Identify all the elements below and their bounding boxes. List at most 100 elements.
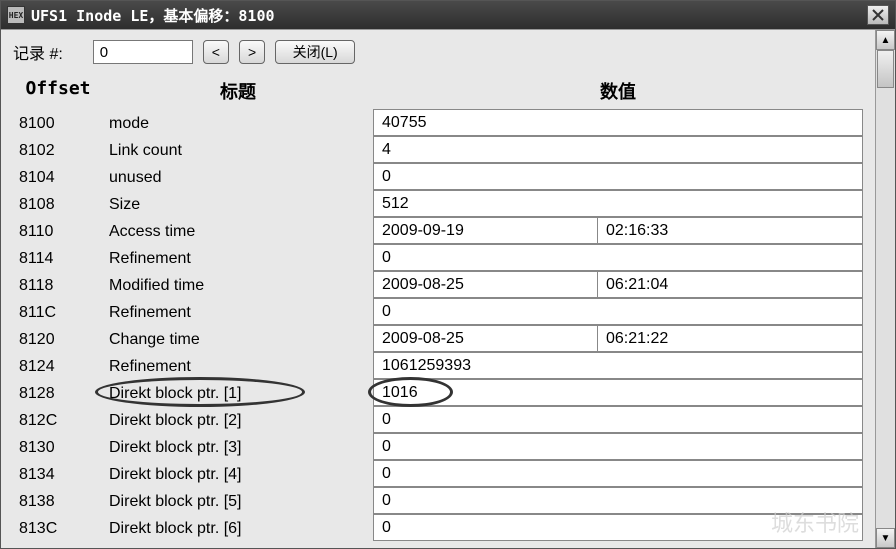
titlebar: HEX UFS1 Inode LE，基本偏移：8100 — [1, 1, 895, 29]
table-row: 8104unused0 — [13, 164, 863, 191]
table-row: 8134Direkt block ptr. [4]0 — [13, 461, 863, 488]
cell-title: Modified time — [103, 272, 373, 299]
table-row: 8124Refinement1061259393 — [13, 353, 863, 380]
next-record-button[interactable]: > — [239, 40, 265, 64]
cell-offset: 812C — [13, 407, 103, 434]
cell-title: Refinement — [103, 353, 373, 380]
header-offset: Offset — [13, 78, 103, 104]
content-area: 记录 #: < > 关闭(L) Offset 标题 数值 8100mode407… — [1, 30, 875, 548]
cell-value[interactable]: 0 — [373, 487, 863, 514]
column-headers: Offset 标题 数值 — [13, 78, 863, 104]
cell-value[interactable]: 1016 — [373, 379, 863, 406]
cell-value[interactable]: 40755 — [373, 109, 863, 136]
table-row: 8110Access time2009-09-1902:16:33 — [13, 218, 863, 245]
cell-offset: 8130 — [13, 434, 103, 461]
cell-value-wrap: 0 — [373, 488, 863, 515]
cell-value[interactable]: 2009-08-25 — [373, 271, 598, 298]
cell-value-wrap: 0 — [373, 434, 863, 461]
table-row: 812CDirekt block ptr. [2]0 — [13, 407, 863, 434]
cell-value[interactable]: 0 — [373, 514, 863, 541]
cell-value[interactable]: 0 — [373, 163, 863, 190]
cell-title: Change time — [103, 326, 373, 353]
scroll-up-button[interactable]: ▲ — [876, 30, 895, 50]
cell-value[interactable]: 2009-09-19 — [373, 217, 598, 244]
vertical-scrollbar[interactable]: ▲ ▼ — [875, 30, 895, 548]
cell-title: Direkt block ptr. [3] — [103, 434, 373, 461]
scroll-track[interactable] — [876, 50, 895, 528]
header-title: 标题 — [103, 78, 373, 104]
window-title: UFS1 Inode LE，基本偏移：8100 — [31, 5, 867, 26]
table-row: 8114Refinement0 — [13, 245, 863, 272]
cell-offset: 8110 — [13, 218, 103, 245]
cell-offset: 8138 — [13, 488, 103, 515]
table-row: 8118Modified time2009-08-2506:21:04 — [13, 272, 863, 299]
table-row: 8128Direkt block ptr. [1]1016 — [13, 380, 863, 407]
close-button[interactable]: 关闭(L) — [275, 40, 355, 64]
table-row: 813CDirekt block ptr. [6]0 — [13, 515, 863, 542]
cell-value-wrap: 2009-08-2506:21:22 — [373, 326, 863, 353]
cell-value[interactable]: 1061259393 — [373, 352, 863, 379]
cell-offset: 8128 — [13, 380, 103, 407]
cell-title: Access time — [103, 218, 373, 245]
cell-title: Direkt block ptr. [4] — [103, 461, 373, 488]
table-row: 8130Direkt block ptr. [3]0 — [13, 434, 863, 461]
cell-title: Link count — [103, 137, 373, 164]
header-value: 数值 — [373, 78, 863, 104]
cell-title: Size — [103, 191, 373, 218]
cell-value2[interactable]: 06:21:22 — [598, 325, 863, 352]
window: HEX UFS1 Inode LE，基本偏移：8100 记录 #: < > 关闭… — [0, 0, 896, 549]
scroll-thumb[interactable] — [877, 50, 894, 88]
cell-offset: 8118 — [13, 272, 103, 299]
app-icon: HEX — [7, 6, 25, 24]
cell-offset: 8124 — [13, 353, 103, 380]
table-row: 8138Direkt block ptr. [5]0 — [13, 488, 863, 515]
cell-offset: 8134 — [13, 461, 103, 488]
table-row: 8100mode40755 — [13, 110, 863, 137]
table-row: 8102Link count4 — [13, 137, 863, 164]
cell-offset: 8114 — [13, 245, 103, 272]
cell-offset: 811C — [13, 299, 103, 326]
cell-value-wrap: 1061259393 — [373, 353, 863, 380]
scroll-down-button[interactable]: ▼ — [876, 528, 895, 548]
cell-title: Refinement — [103, 299, 373, 326]
cell-value-wrap: 512 — [373, 191, 863, 218]
prev-record-button[interactable]: < — [203, 40, 229, 64]
cell-offset: 8100 — [13, 110, 103, 137]
cell-value-wrap: 0 — [373, 515, 863, 542]
cell-value-wrap: 0 — [373, 245, 863, 272]
cell-offset: 8120 — [13, 326, 103, 353]
cell-value[interactable]: 0 — [373, 244, 863, 271]
window-close-button[interactable] — [867, 5, 889, 25]
cell-value-wrap: 0 — [373, 164, 863, 191]
cell-title: Direkt block ptr. [5] — [103, 488, 373, 515]
cell-value-wrap: 0 — [373, 299, 863, 326]
cell-value[interactable]: 2009-08-25 — [373, 325, 598, 352]
cell-value2[interactable]: 06:21:04 — [598, 271, 863, 298]
cell-value-wrap: 2009-08-2506:21:04 — [373, 272, 863, 299]
close-icon — [872, 9, 884, 21]
cell-value[interactable]: 0 — [373, 406, 863, 433]
data-grid: 8100mode407558102Link count48104unused08… — [13, 110, 863, 542]
cell-title: Direkt block ptr. [2] — [103, 407, 373, 434]
cell-value-wrap: 1016 — [373, 380, 863, 407]
table-row: 811CRefinement0 — [13, 299, 863, 326]
cell-value[interactable]: 4 — [373, 136, 863, 163]
record-input[interactable] — [93, 40, 193, 64]
cell-title: Direkt block ptr. [6] — [103, 515, 373, 542]
window-body: 记录 #: < > 关闭(L) Offset 标题 数值 8100mode407… — [1, 29, 895, 548]
cell-value[interactable]: 512 — [373, 190, 863, 217]
table-row: 8108Size512 — [13, 191, 863, 218]
cell-offset: 8108 — [13, 191, 103, 218]
cell-value-wrap: 40755 — [373, 110, 863, 137]
cell-value[interactable]: 0 — [373, 460, 863, 487]
cell-title: Direkt block ptr. [1] — [103, 380, 373, 407]
cell-value2[interactable]: 02:16:33 — [598, 217, 863, 244]
cell-value-wrap: 4 — [373, 137, 863, 164]
cell-value-wrap: 0 — [373, 407, 863, 434]
cell-offset: 8102 — [13, 137, 103, 164]
cell-value[interactable]: 0 — [373, 433, 863, 460]
record-toolbar: 记录 #: < > 关闭(L) — [13, 40, 863, 64]
cell-offset: 813C — [13, 515, 103, 542]
cell-value[interactable]: 0 — [373, 298, 863, 325]
record-label: 记录 #: — [13, 40, 63, 64]
